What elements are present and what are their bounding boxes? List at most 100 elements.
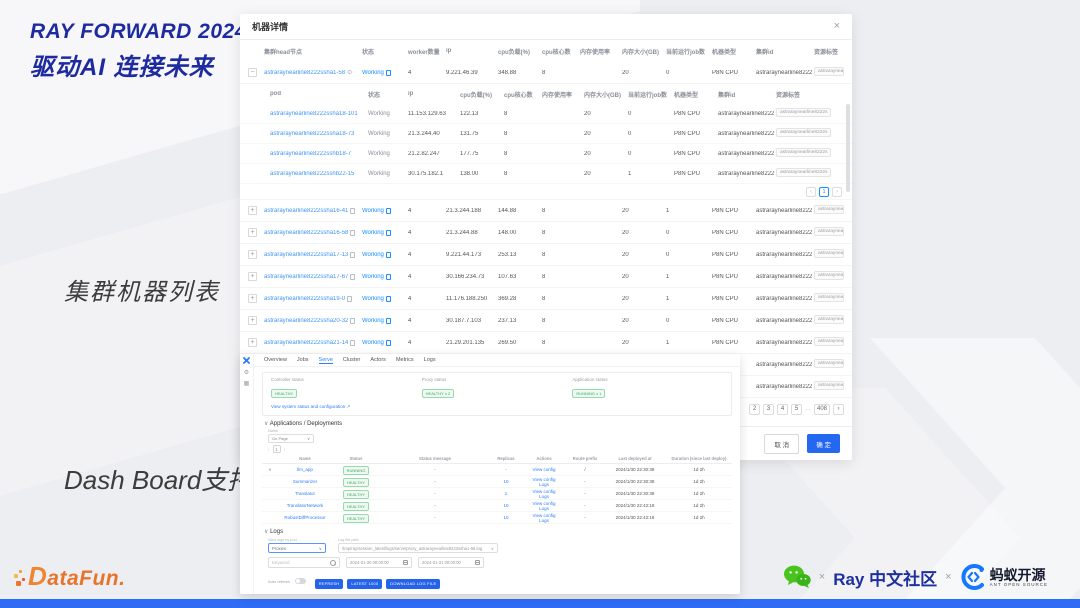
page-button[interactable]: 5: [791, 404, 802, 415]
page-button[interactable]: 1: [273, 445, 281, 453]
copy-icon[interactable]: [350, 208, 355, 214]
pod-select[interactable]: Proxies ∨: [268, 543, 326, 553]
file-icon[interactable]: [386, 230, 391, 236]
page-button[interactable]: ›: [833, 404, 844, 415]
expand-icon[interactable]: +: [248, 206, 257, 215]
caption-dashboard: Dash Board支持: [64, 460, 253, 497]
node-link[interactable]: astraraynearline8222ssha16-41: [264, 208, 348, 214]
apps-filter-select[interactable]: On Page ∨: [268, 434, 314, 443]
next-page-button[interactable]: ›: [832, 187, 842, 197]
tab-jobs[interactable]: Jobs: [297, 357, 309, 363]
tab-serve[interactable]: Serve: [319, 357, 333, 364]
file-icon[interactable]: [386, 340, 391, 346]
close-icon[interactable]: ×: [834, 21, 840, 32]
copy-icon[interactable]: [350, 252, 355, 258]
action-link[interactable]: Logs: [522, 506, 566, 511]
keyword-search-input[interactable]: Keyword: [268, 557, 340, 568]
action-link[interactable]: Logs: [522, 494, 566, 499]
log-file-select[interactable]: /tmp/ray/session_latest/logs/serve/proxy…: [338, 543, 498, 553]
page-button[interactable]: 1: [819, 187, 829, 197]
file-icon[interactable]: [386, 274, 391, 280]
applications-table-body: ∨llm_appRUNNING--View config/2024/1/30 2…: [262, 464, 732, 524]
replicas-cell[interactable]: 10: [490, 479, 522, 484]
cell: 148.00: [498, 230, 540, 236]
node-link[interactable]: astraraynearline8222ssha16-58: [264, 230, 348, 236]
expand-icon[interactable]: +: [248, 228, 257, 237]
file-icon[interactable]: [386, 208, 391, 214]
node-link[interactable]: astraraynearline8222ssha20-32: [264, 318, 348, 324]
copy-icon[interactable]: [350, 274, 355, 280]
system-status-link[interactable]: View system status and configuration ↗: [271, 404, 723, 410]
status-working: Working: [362, 208, 384, 214]
pod-select-label: View logs by pod: [268, 538, 326, 542]
page-button[interactable]: 2: [749, 404, 760, 415]
expand-icon[interactable]: +: [248, 272, 257, 281]
expand-icon[interactable]: −: [248, 68, 257, 77]
application-link[interactable]: Summarizer: [278, 479, 332, 484]
application-link[interactable]: RobustDiffProcessor: [278, 515, 332, 520]
page-button[interactable]: 4: [777, 404, 788, 415]
expand-icon[interactable]: +: [248, 316, 257, 325]
gear-icon[interactable]: ⚙: [244, 370, 249, 376]
application-link[interactable]: TranslatorNetwork: [278, 503, 332, 508]
refresh-button[interactable]: REFRESH: [315, 579, 344, 589]
expand-icon[interactable]: +: [248, 338, 257, 347]
tab-overview[interactable]: Overview: [264, 357, 287, 363]
pod-pagination: ‹1›: [240, 184, 852, 200]
file-icon[interactable]: [386, 70, 391, 76]
application-link[interactable]: llm_app: [278, 467, 332, 472]
action-link[interactable]: Logs: [522, 482, 566, 487]
tab-actors[interactable]: Actors: [370, 357, 386, 363]
auto-refresh-toggle[interactable]: [295, 578, 306, 584]
copy-icon[interactable]: [350, 318, 355, 324]
scrollbar[interactable]: [846, 104, 850, 192]
cell: 30.166.234.73: [446, 274, 496, 280]
expand-icon[interactable]: +: [248, 250, 257, 259]
file-icon[interactable]: [386, 296, 391, 302]
application-link[interactable]: Translator: [278, 491, 332, 496]
tab-metrics[interactable]: Metrics: [396, 357, 414, 363]
action-link[interactable]: Logs: [522, 518, 566, 523]
replicas-cell[interactable]: 1: [490, 491, 522, 496]
pod-link[interactable]: astraraynearline8222ssha18-73: [270, 131, 366, 137]
column-header: Actions: [522, 456, 566, 461]
pod-table-header: pod状态ipcpu负载(%)cpu核心数内存使用率内存大小(GB)当前运行jo…: [240, 84, 852, 104]
node-link[interactable]: astraraynearline8222ssha21-14: [264, 340, 348, 346]
file-icon[interactable]: [386, 252, 391, 258]
prev-page-button[interactable]: ‹: [806, 187, 816, 197]
start-time-input[interactable]: 2024-01-30 00:00:00: [346, 557, 412, 568]
ok-button[interactable]: 确 定: [807, 434, 840, 453]
copy-icon[interactable]: [350, 340, 355, 346]
cell: P8N CPU: [674, 171, 716, 177]
expand-icon[interactable]: +: [248, 294, 257, 303]
prev-page-button[interactable]: ‹: [268, 447, 270, 452]
replicas-cell[interactable]: 10: [490, 503, 522, 508]
page-button[interactable]: 408: [814, 404, 830, 415]
expand-icon[interactable]: ∨: [262, 467, 278, 473]
cancel-button[interactable]: 取 消: [764, 434, 799, 454]
file-icon[interactable]: [386, 318, 391, 324]
action-link[interactable]: View config: [522, 467, 566, 472]
pod-link[interactable]: astraraynearline8222sshb22-15: [270, 171, 366, 177]
tab-logs[interactable]: Logs: [424, 357, 436, 363]
end-time-input[interactable]: 2024-01-31 00:00:00: [418, 557, 484, 568]
node-link[interactable]: astraraynearline8222ssha17-67: [264, 274, 348, 280]
grid-icon[interactable]: ▦: [244, 381, 250, 387]
node-link[interactable]: astraraynearline8222ssha17-13: [264, 252, 348, 258]
cell: 0: [628, 151, 672, 157]
tab-cluster[interactable]: Cluster: [343, 357, 360, 363]
pagination-ellipsis: ···: [805, 407, 811, 413]
copy-icon[interactable]: [347, 296, 352, 302]
pod-link[interactable]: astraraynearline8222ssha18-101: [270, 111, 366, 117]
pod-link[interactable]: astraraynearline8222sshb18-7: [270, 151, 366, 157]
replicas-cell[interactable]: 10: [490, 515, 522, 520]
copy-icon[interactable]: [350, 230, 355, 236]
download-log-file-button[interactable]: DOWNLOAD LOG FILE: [386, 579, 440, 589]
latest-1000-button[interactable]: LATEST 1000: [347, 579, 382, 589]
cell: astraraynearline8222s: [718, 111, 774, 117]
page-button[interactable]: 3: [763, 404, 774, 415]
column-header: 机器类型: [712, 47, 754, 56]
node-link[interactable]: astraraynearline8222ssha19-0: [264, 296, 345, 302]
node-link[interactable]: astraraynearline8222ssha1-58: [264, 70, 345, 76]
next-page-button[interactable]: ›: [284, 447, 286, 452]
